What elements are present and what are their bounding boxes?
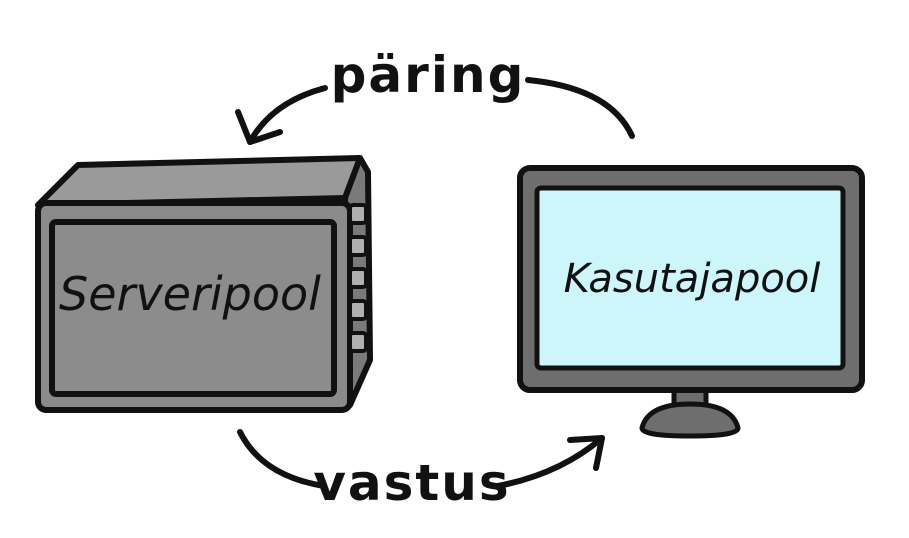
monitor-stand-base <box>639 401 741 439</box>
server-vent <box>348 331 368 353</box>
server-vent <box>348 267 368 289</box>
server-vent <box>348 235 368 257</box>
client-label: Kasutajapool <box>564 256 821 302</box>
client-server-diagram: Serveripool Kasutajapool päring vastus <box>35 46 865 512</box>
request-arrow-right-segment <box>525 77 635 139</box>
client-monitor: Kasutajapool <box>517 165 865 439</box>
server-vent <box>348 299 368 321</box>
response-label: vastus <box>313 454 510 512</box>
response-arrow-right-segment <box>495 435 605 489</box>
response-arrow-left-segment <box>237 429 327 489</box>
server-label: Serveripool <box>59 267 321 321</box>
request-arrow-left-segment <box>247 85 328 145</box>
server-vent <box>348 203 368 225</box>
server-box: Serveripool <box>35 155 373 413</box>
server-top-face <box>35 155 363 208</box>
request-label: päring <box>331 46 526 104</box>
